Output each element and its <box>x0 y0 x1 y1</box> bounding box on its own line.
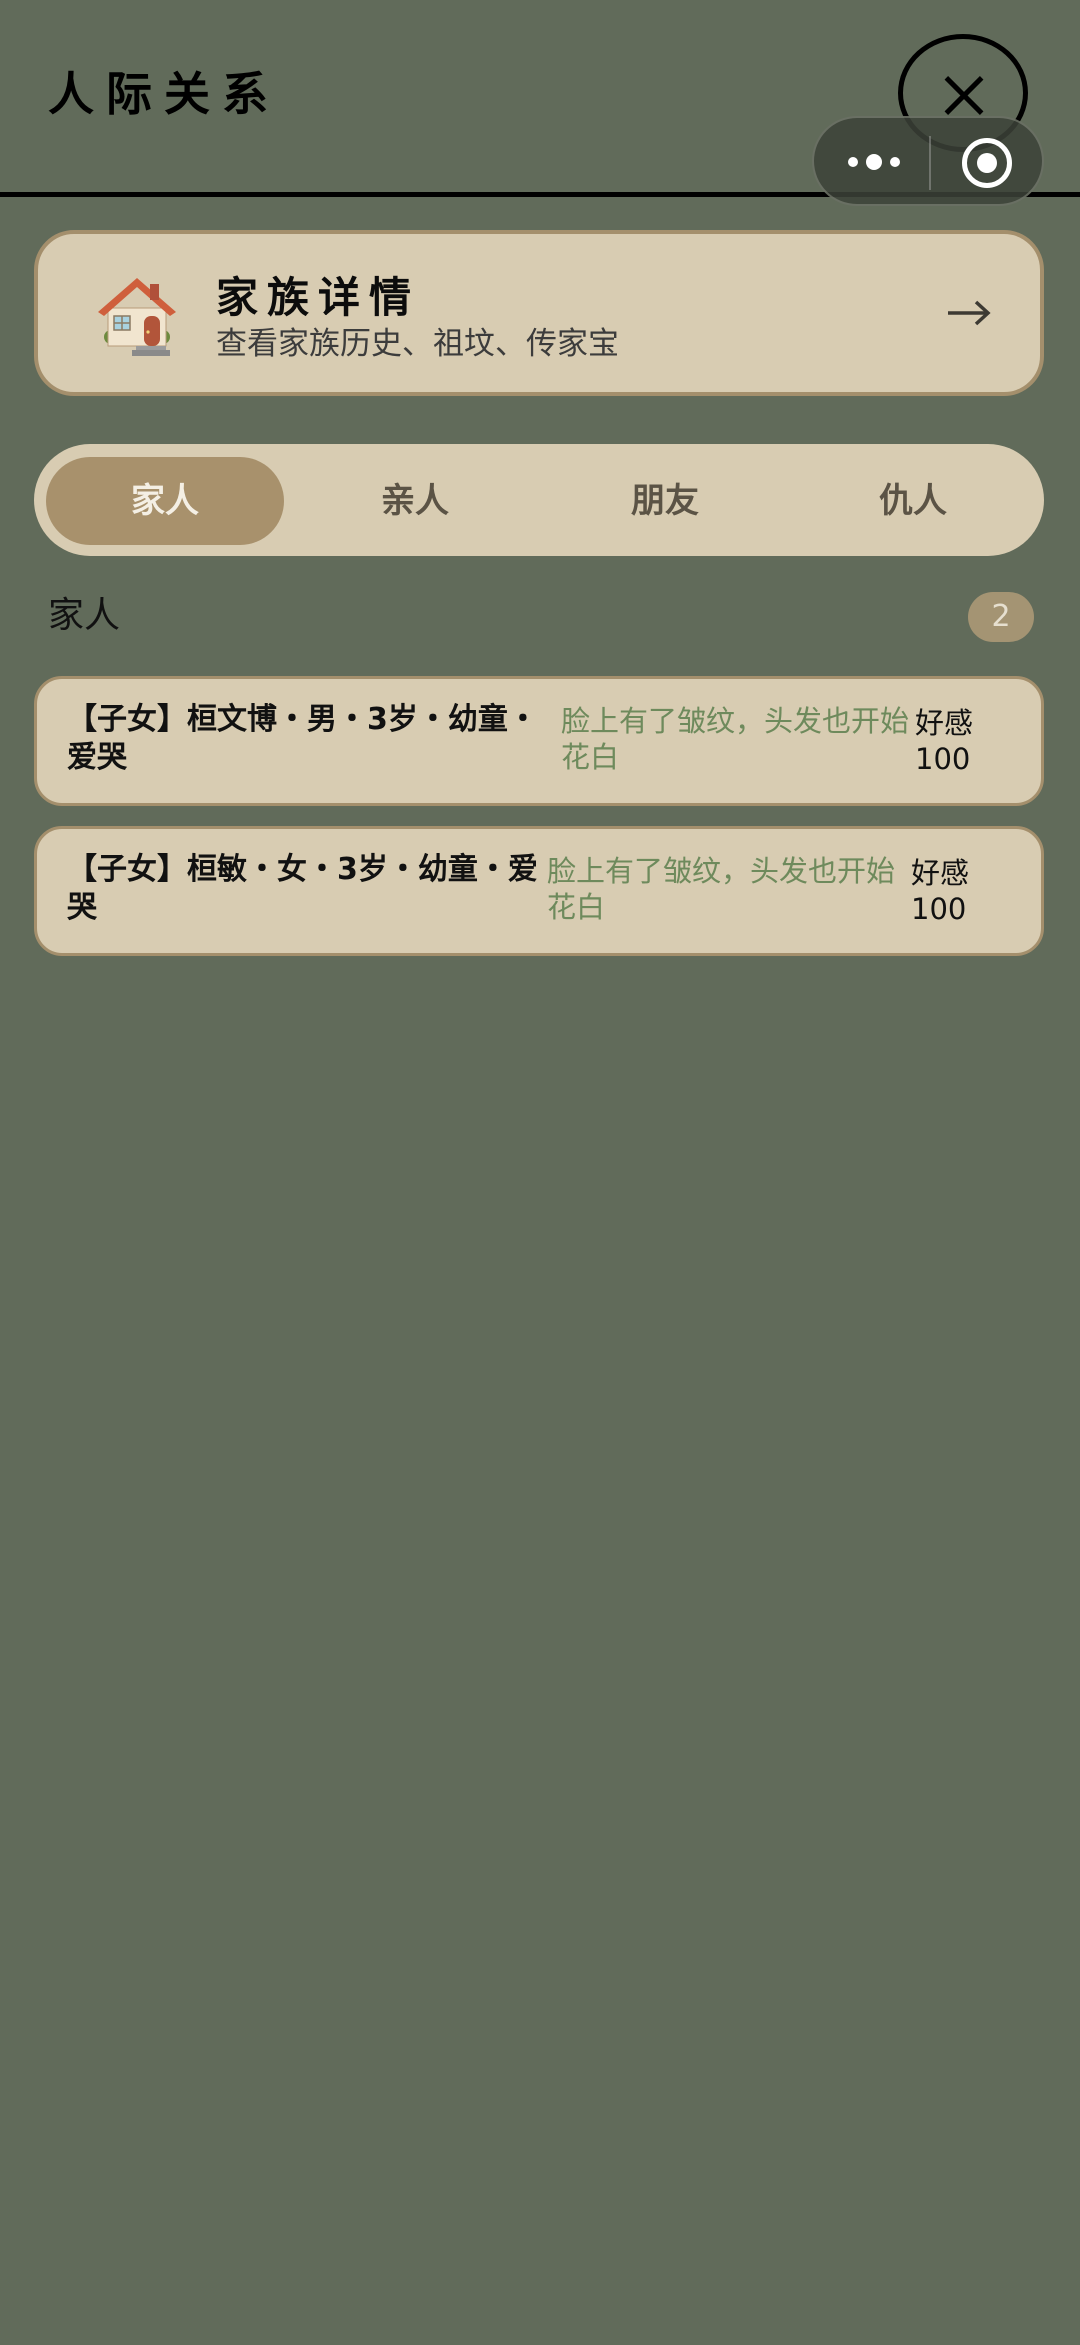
more-dots-icon[interactable] <box>844 146 906 178</box>
tab-relatives[interactable]: 亲人 <box>296 457 534 545</box>
house-icon <box>92 270 182 360</box>
relation-name: 【子女】桓敏・女・3岁・幼童・爱哭 <box>67 852 538 925</box>
tab-family[interactable]: 家人 <box>46 457 284 545</box>
favor-value: 100 <box>911 892 967 926</box>
mini-program-capsule <box>812 116 1044 206</box>
family-card-subtitle: 查看家族历史、祖坟、传家宝 <box>216 326 619 362</box>
target-icon[interactable] <box>962 138 1012 188</box>
favor-label: 好感 <box>915 706 974 740</box>
favor-label: 好感 <box>911 856 970 890</box>
relation-status: 脸上有了皱纹，头发也开始花白 <box>561 704 910 774</box>
family-card-title: 家族详情 <box>216 273 421 322</box>
relation-card[interactable]: 【子女】桓文博・男・3岁・幼童・爱哭 脸上有了皱纹，头发也开始花白 好感 100 <box>34 676 1044 806</box>
relation-tabs: 家人 亲人 朋友 仇人 <box>34 444 1044 556</box>
favor-value: 100 <box>915 742 971 776</box>
family-details-card[interactable]: 家族详情 查看家族历史、祖坟、传家宝 <box>34 230 1044 396</box>
relation-name: 【子女】桓文博・男・3岁・幼童・爱哭 <box>67 702 538 775</box>
favor-display: 好感 100 <box>915 705 985 777</box>
arrow-right-icon <box>946 298 992 328</box>
tab-enemies[interactable]: 仇人 <box>794 457 1032 545</box>
section-title: 家人 <box>48 595 121 636</box>
page-title: 人际关系 <box>48 67 280 121</box>
title-bar: 人际关系 <box>0 0 1080 206</box>
relation-card[interactable]: 【子女】桓敏・女・3岁・幼童・爱哭 脸上有了皱纹，头发也开始花白 好感 100 <box>34 826 1044 956</box>
favor-display: 好感 100 <box>911 855 981 927</box>
tab-friends[interactable]: 朋友 <box>546 457 784 545</box>
count-badge: 2 <box>968 592 1034 642</box>
capsule-divider <box>929 136 931 190</box>
relation-status: 脸上有了皱纹，头发也开始花白 <box>547 854 896 924</box>
